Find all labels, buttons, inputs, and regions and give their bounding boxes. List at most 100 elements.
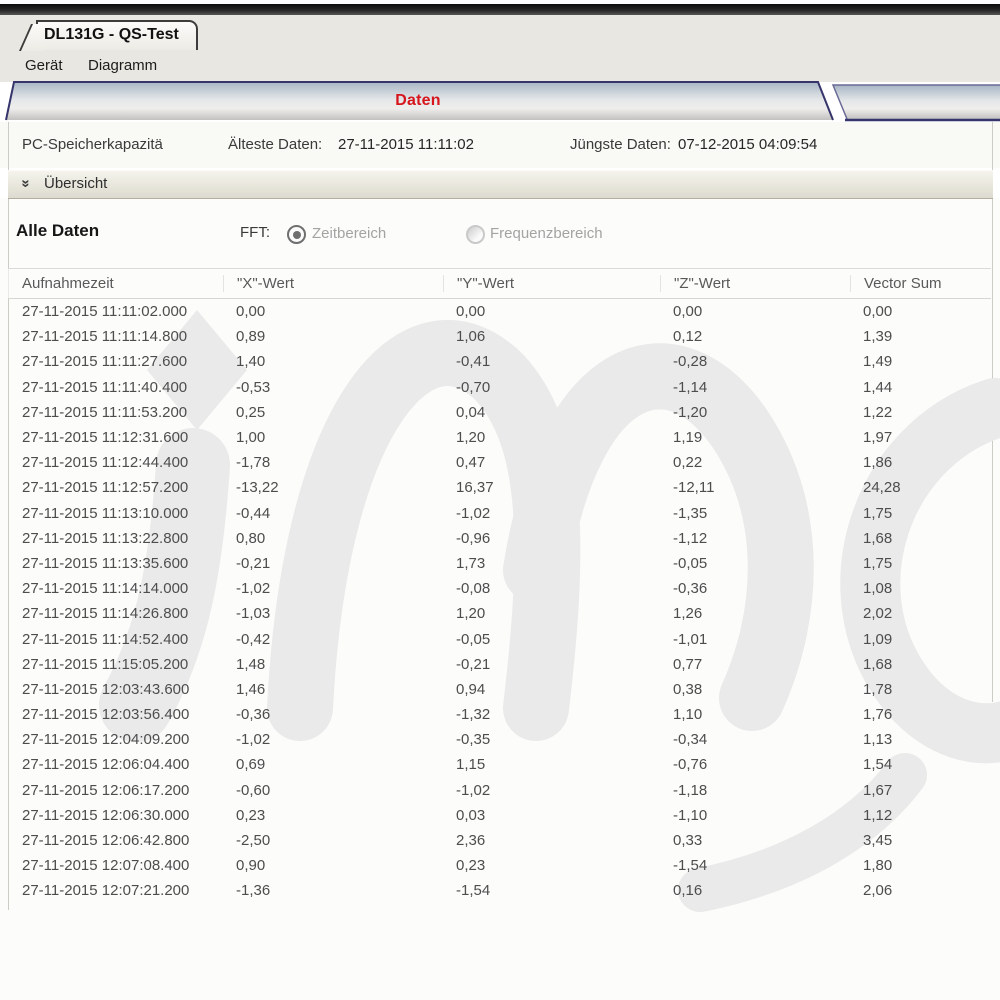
cell-value: 0,00 bbox=[660, 303, 850, 320]
cell-value: 1,19 bbox=[660, 429, 850, 446]
cell-timestamp: 27-11-2015 11:12:57.200 bbox=[8, 479, 223, 496]
table-body: 27-11-2015 11:11:02.0000,000,000,000,002… bbox=[8, 299, 991, 904]
cell-value: -0,21 bbox=[223, 555, 443, 572]
cell-value: 1,48 bbox=[223, 656, 443, 673]
table-row[interactable]: 27-11-2015 11:14:52.400-0,42-0,05-1,011,… bbox=[8, 626, 991, 651]
table-row[interactable]: 27-11-2015 11:13:10.000-0,44-1,02-1,351,… bbox=[8, 501, 991, 526]
cell-value: 1,67 bbox=[850, 782, 991, 799]
column-header[interactable]: "Y"-Wert bbox=[443, 275, 660, 292]
cell-value: 1,78 bbox=[850, 681, 991, 698]
cell-value: -2,50 bbox=[223, 832, 443, 849]
cell-value: 0,00 bbox=[223, 303, 443, 320]
cell-value: 0,77 bbox=[660, 656, 850, 673]
table-row[interactable]: 27-11-2015 11:11:27.6001,40-0,41-0,281,4… bbox=[8, 349, 991, 374]
document-tab[interactable]: DL131G - QS-Test bbox=[36, 20, 198, 50]
cell-timestamp: 27-11-2015 12:07:08.400 bbox=[8, 857, 223, 874]
cell-value: -0,08 bbox=[443, 580, 660, 597]
oldest-data-label: Älteste Daten: bbox=[228, 136, 322, 153]
cell-timestamp: 27-11-2015 11:14:52.400 bbox=[8, 631, 223, 648]
cell-timestamp: 27-11-2015 12:06:04.400 bbox=[8, 756, 223, 773]
cell-value: 1,75 bbox=[850, 555, 991, 572]
table-row[interactable]: 27-11-2015 12:06:04.4000,691,15-0,761,54 bbox=[8, 752, 991, 777]
cell-value: -12,11 bbox=[660, 479, 850, 496]
table-row[interactable]: 27-11-2015 11:11:14.8000,891,060,121,39 bbox=[8, 324, 991, 349]
cell-value: 0,94 bbox=[443, 681, 660, 698]
table-row[interactable]: 27-11-2015 12:06:42.800-2,502,360,333,45 bbox=[8, 828, 991, 853]
section-title: Alle Daten bbox=[16, 221, 99, 241]
tab-next-shape[interactable] bbox=[833, 85, 1000, 119]
cell-value: 1,00 bbox=[223, 429, 443, 446]
cell-timestamp: 27-11-2015 11:12:31.600 bbox=[8, 429, 223, 446]
cell-value: -13,22 bbox=[223, 479, 443, 496]
cell-value: 1,20 bbox=[443, 429, 660, 446]
cell-timestamp: 27-11-2015 11:12:44.400 bbox=[8, 454, 223, 471]
table-row[interactable]: 27-11-2015 11:13:35.600-0,211,73-0,051,7… bbox=[8, 551, 991, 576]
table-row[interactable]: 27-11-2015 11:14:14.000-1,02-0,08-0,361,… bbox=[8, 576, 991, 601]
cell-value: -1,32 bbox=[443, 706, 660, 723]
cell-value: -0,96 bbox=[443, 530, 660, 547]
menu-item-diagramm[interactable]: Diagramm bbox=[88, 57, 157, 74]
cell-value: 0,00 bbox=[850, 303, 991, 320]
table-row[interactable]: 27-11-2015 11:15:05.2001,48-0,210,771,68 bbox=[8, 652, 991, 677]
cell-timestamp: 27-11-2015 12:06:42.800 bbox=[8, 832, 223, 849]
cell-value: -0,05 bbox=[443, 631, 660, 648]
menu-item-geraet[interactable]: Gerät bbox=[25, 57, 63, 74]
table-row[interactable]: 27-11-2015 12:03:56.400-0,36-1,321,101,7… bbox=[8, 702, 991, 727]
cell-value: 1,75 bbox=[850, 505, 991, 522]
table-row[interactable]: 27-11-2015 12:04:09.200-1,02-0,35-0,341,… bbox=[8, 727, 991, 752]
column-header[interactable]: "Z"-Wert bbox=[660, 275, 850, 292]
table-row[interactable]: 27-11-2015 11:12:31.6001,001,201,191,97 bbox=[8, 425, 991, 450]
table-row[interactable]: 27-11-2015 11:11:40.400-0,53-0,70-1,141,… bbox=[8, 375, 991, 400]
cell-value: -0,21 bbox=[443, 656, 660, 673]
table-row[interactable]: 27-11-2015 12:06:17.200-0,60-1,02-1,181,… bbox=[8, 778, 991, 803]
cell-timestamp: 27-11-2015 12:04:09.200 bbox=[8, 731, 223, 748]
cell-timestamp: 27-11-2015 11:13:35.600 bbox=[8, 555, 223, 572]
table-row[interactable]: 27-11-2015 11:12:57.200-13,2216,37-12,11… bbox=[8, 475, 991, 500]
cell-value: 1,44 bbox=[850, 379, 991, 396]
cell-value: 2,36 bbox=[443, 832, 660, 849]
table-row[interactable]: 27-11-2015 11:14:26.800-1,031,201,262,02 bbox=[8, 601, 991, 626]
table-row[interactable]: 27-11-2015 12:06:30.0000,230,03-1,101,12 bbox=[8, 803, 991, 828]
table-row[interactable]: 27-11-2015 12:03:43.6001,460,940,381,78 bbox=[8, 677, 991, 702]
cell-value: -0,42 bbox=[223, 631, 443, 648]
cell-value: 1,13 bbox=[850, 731, 991, 748]
table-row[interactable]: 27-11-2015 12:07:08.4000,900,23-1,541,80 bbox=[8, 853, 991, 878]
cell-value: 0,04 bbox=[443, 404, 660, 421]
cell-value: 0,33 bbox=[660, 832, 850, 849]
cell-value: 0,00 bbox=[443, 303, 660, 320]
cell-value: -1,78 bbox=[223, 454, 443, 471]
cell-value: 1,08 bbox=[850, 580, 991, 597]
overview-toggle-bar[interactable]: » Übersicht bbox=[8, 170, 993, 199]
cell-value: -0,41 bbox=[443, 353, 660, 370]
cell-timestamp: 27-11-2015 11:11:14.800 bbox=[8, 328, 223, 345]
cell-timestamp: 27-11-2015 11:15:05.200 bbox=[8, 656, 223, 673]
table-row[interactable]: 27-11-2015 11:13:22.8000,80-0,96-1,121,6… bbox=[8, 526, 991, 551]
table-row[interactable]: 27-11-2015 11:11:02.0000,000,000,000,00 bbox=[8, 299, 991, 324]
cell-value: -0,36 bbox=[223, 706, 443, 723]
cell-value: 1,68 bbox=[850, 530, 991, 547]
tab-daten-label[interactable]: Daten bbox=[0, 92, 836, 110]
overview-label: Übersicht bbox=[44, 175, 107, 192]
cell-timestamp: 27-11-2015 11:11:27.600 bbox=[8, 353, 223, 370]
info-bar: PC-Speicherkapazitä Älteste Daten: 27-11… bbox=[0, 122, 1000, 168]
cell-value: 1,20 bbox=[443, 605, 660, 622]
cell-value: -1,02 bbox=[443, 782, 660, 799]
table-row[interactable]: 27-11-2015 12:07:21.200-1,36-1,540,162,0… bbox=[8, 878, 991, 903]
cell-value: 0,80 bbox=[223, 530, 443, 547]
cell-value: 3,45 bbox=[850, 832, 991, 849]
cell-value: -1,02 bbox=[223, 731, 443, 748]
cell-value: 0,25 bbox=[223, 404, 443, 421]
data-table: Aufnahmezeit"X"-Wert"Y"-Wert"Z"-WertVect… bbox=[8, 268, 991, 904]
column-header[interactable]: Vector Sum bbox=[850, 275, 991, 292]
cell-value: 0,23 bbox=[223, 807, 443, 824]
column-header[interactable]: "X"-Wert bbox=[223, 275, 443, 292]
cell-value: 1,76 bbox=[850, 706, 991, 723]
table-row[interactable]: 27-11-2015 11:11:53.2000,250,04-1,201,22 bbox=[8, 400, 991, 425]
cell-timestamp: 27-11-2015 11:11:40.400 bbox=[8, 379, 223, 396]
cell-value: -0,70 bbox=[443, 379, 660, 396]
column-header[interactable]: Aufnahmezeit bbox=[8, 275, 223, 292]
table-row[interactable]: 27-11-2015 11:12:44.400-1,780,470,221,86 bbox=[8, 450, 991, 475]
menu-bar: Gerät Diagramm bbox=[0, 50, 1000, 80]
cell-value: -0,34 bbox=[660, 731, 850, 748]
cell-value: -1,18 bbox=[660, 782, 850, 799]
